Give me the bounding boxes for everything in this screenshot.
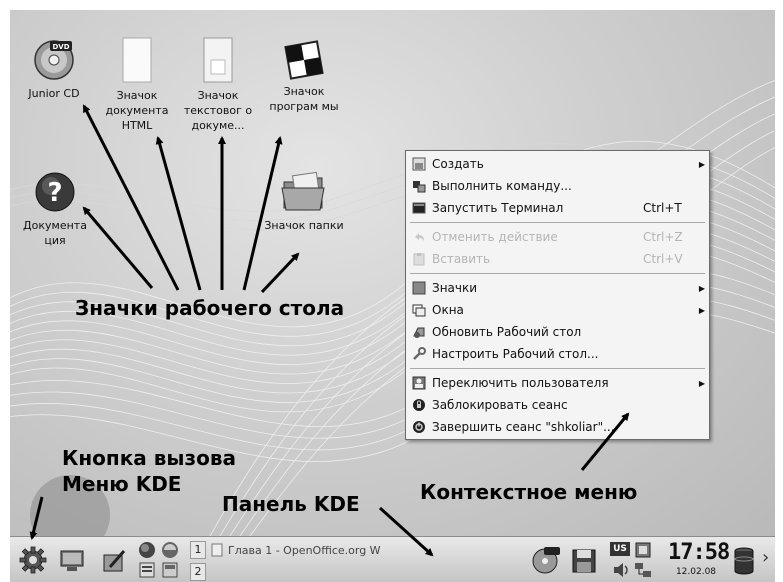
calc-icon[interactable] bbox=[160, 561, 180, 579]
menu-item-label: Окна bbox=[432, 303, 464, 317]
desktop-icon-label: Значок програм мы bbox=[269, 85, 339, 113]
paste-icon bbox=[413, 253, 425, 266]
taskbar-button-openoffice[interactable]: Глава 1 - OpenOffice.org W bbox=[210, 541, 450, 559]
menu-item-switch-user[interactable]: Переключить пользователя ▶ bbox=[406, 372, 709, 394]
html-document-icon bbox=[122, 37, 152, 83]
menu-item-icons[interactable]: Значки ▶ bbox=[406, 277, 709, 299]
submenu-arrow-icon: ▶ bbox=[698, 305, 706, 315]
menu-item-label: Запустить Терминал bbox=[432, 201, 564, 215]
menu-item-label: Отменить действие bbox=[432, 230, 558, 244]
new-icon bbox=[412, 157, 426, 171]
submenu-arrow-icon: ▶ bbox=[698, 378, 706, 388]
menu-item-label: Переключить пользователя bbox=[432, 376, 609, 390]
desktop-icon-label: Документа ция bbox=[23, 219, 87, 247]
annotation-desktop-icons: Значки рабочего стола bbox=[75, 296, 345, 320]
help-icon: ? bbox=[35, 172, 75, 212]
submenu-arrow-icon: ▶ bbox=[698, 159, 706, 169]
menu-item-label: Заблокировать сеанс bbox=[432, 398, 568, 412]
switch-user-icon bbox=[412, 376, 426, 390]
desktop-icon-text-document[interactable]: Значок текстовог о докуме... bbox=[178, 36, 258, 133]
pager-desktop-2[interactable]: 2 bbox=[190, 563, 206, 581]
desktop-icon-junior-cd[interactable]: DVD Junior CD bbox=[14, 38, 94, 101]
konqueror-icon[interactable] bbox=[160, 541, 180, 559]
menu-separator bbox=[410, 222, 705, 223]
taskbar-button-label: Глава 1 - OpenOffice.org W bbox=[228, 543, 381, 557]
desktop-icon-label: Значок папки bbox=[264, 219, 344, 232]
control-center-icon[interactable] bbox=[100, 547, 128, 575]
program-icon bbox=[284, 40, 324, 80]
menu-item-run-command[interactable]: Выполнить команду... bbox=[406, 175, 709, 197]
clock-date: 12.02.08 bbox=[675, 567, 717, 577]
clipboard-icon[interactable] bbox=[634, 541, 652, 559]
menu-separator bbox=[410, 273, 705, 274]
menu-item-label: Значки bbox=[432, 281, 478, 295]
desktop-icon-html-document[interactable]: Значок документа HTML bbox=[97, 36, 177, 133]
network-icon[interactable] bbox=[634, 561, 652, 579]
annotation-kde-menu-button-line2: Меню KDE bbox=[62, 472, 182, 496]
menu-item-logout[interactable]: Завершить сеанс "shkoliar"... bbox=[406, 416, 709, 438]
dvd-icon: DVD bbox=[34, 40, 74, 80]
show-desktop-icon[interactable] bbox=[58, 547, 86, 575]
menu-item-shortcut: Ctrl+T bbox=[643, 201, 682, 215]
desktop-icon-label: Значок документа HTML bbox=[105, 89, 169, 132]
clock-time[interactable]: 17:58 bbox=[668, 540, 730, 565]
menu-item-refresh-desktop[interactable]: Обновить Рабочий стол bbox=[406, 321, 709, 343]
menu-item-label: Вставить bbox=[432, 252, 491, 266]
menu-item-label: Настроить Рабочий стол... bbox=[432, 347, 599, 361]
menu-item-configure-desktop[interactable]: Настроить Рабочий стол... bbox=[406, 343, 709, 365]
menu-item-windows[interactable]: Окна ▶ bbox=[406, 299, 709, 321]
svg-text:DVD: DVD bbox=[52, 43, 69, 51]
menu-item-terminal[interactable]: Запустить Терминал Ctrl+T bbox=[406, 197, 709, 219]
undo-icon bbox=[415, 233, 424, 241]
annotation-kde-panel: Панель KDE bbox=[222, 492, 360, 516]
writer-icon[interactable] bbox=[137, 561, 157, 579]
kde-panel: 1 2 Глава 1 - OpenOffice.org W US 17:58 … bbox=[10, 536, 775, 582]
folder-icon bbox=[281, 171, 325, 211]
terminal-icon bbox=[412, 202, 426, 214]
submenu-arrow-icon: ▶ bbox=[698, 283, 706, 293]
svg-text:?: ? bbox=[47, 178, 62, 208]
wrench-icon bbox=[413, 347, 426, 360]
text-document-icon bbox=[203, 37, 233, 83]
menu-item-undo[interactable]: Отменить действие Ctrl+Z bbox=[406, 226, 709, 248]
menu-item-label: Создать bbox=[432, 157, 484, 171]
desktop-icon-program[interactable]: Значок програм мы bbox=[264, 40, 344, 114]
menu-item-shortcut: Ctrl+V bbox=[643, 252, 683, 266]
windows-icon bbox=[412, 304, 426, 317]
menu-item-paste[interactable]: Вставить Ctrl+V bbox=[406, 248, 709, 270]
panel-expand-arrow-icon[interactable]: › bbox=[762, 547, 769, 568]
volume-icon[interactable] bbox=[612, 561, 630, 579]
annotation-kde-menu-button-line1: Кнопка вызова bbox=[62, 446, 237, 470]
desktop-icon-folder[interactable]: Значок папки bbox=[264, 170, 344, 233]
annotation-context-menu: Контекстное меню bbox=[420, 480, 638, 504]
run-command-icon bbox=[413, 181, 426, 193]
refresh-icon bbox=[413, 327, 425, 338]
menu-item-label: Обновить Рабочий стол bbox=[432, 325, 582, 339]
logout-icon bbox=[413, 421, 425, 433]
browser-icon[interactable] bbox=[137, 541, 157, 559]
dvd-tray-icon[interactable] bbox=[530, 545, 562, 575]
document-icon bbox=[211, 543, 223, 557]
trash-icon[interactable] bbox=[732, 545, 756, 577]
menu-item-lock-session[interactable]: Заблокировать сеанс bbox=[406, 394, 709, 416]
desktop-icon-label: Junior CD bbox=[28, 87, 80, 100]
desktop-icon-label: Значок текстовог о докуме... bbox=[183, 89, 253, 132]
context-menu: Создать ▶ Выполнить команду... Запустить… bbox=[405, 150, 710, 440]
menu-item-label: Завершить сеанс "shkoliar"... bbox=[432, 420, 615, 434]
pager-desktop-1[interactable]: 1 bbox=[190, 541, 206, 559]
save-icon[interactable] bbox=[570, 547, 598, 575]
menu-item-shortcut: Ctrl+Z bbox=[643, 230, 683, 244]
menu-separator bbox=[410, 368, 705, 369]
keyboard-layout-indicator[interactable]: US bbox=[610, 542, 630, 556]
icons-icon bbox=[412, 281, 426, 295]
menu-item-create[interactable]: Создать ▶ bbox=[406, 153, 709, 175]
kde-menu-gear-icon[interactable] bbox=[18, 545, 48, 575]
menu-item-label: Выполнить команду... bbox=[432, 179, 572, 193]
lock-icon bbox=[413, 399, 425, 411]
desktop-icon-documentation[interactable]: ? Документа ция bbox=[15, 170, 95, 248]
